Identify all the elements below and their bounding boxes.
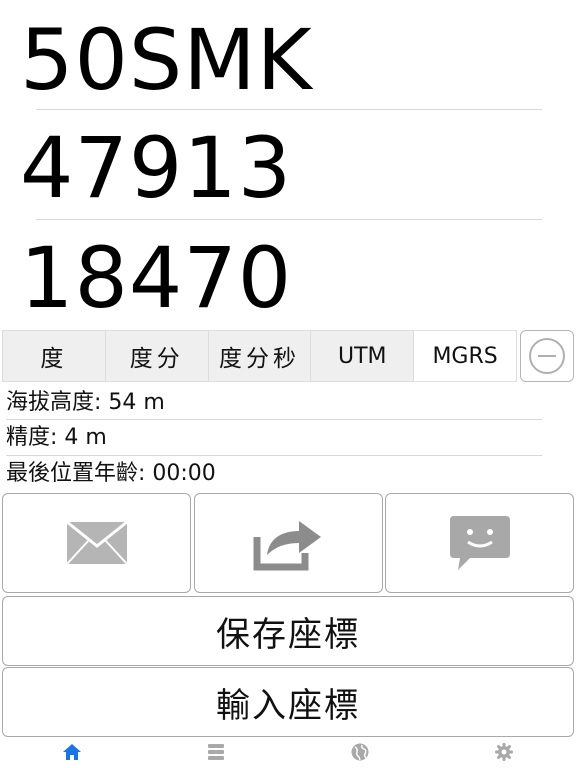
coordinate-format-selector: 度 度分 度分秒 UTM MGRS (2, 330, 517, 382)
format-option-degrees-minutes-seconds[interactable]: 度分秒 (209, 331, 312, 381)
divider (6, 419, 542, 420)
format-option-mgrs[interactable]: MGRS (414, 331, 516, 381)
gear-icon (495, 743, 513, 761)
tab-bar (0, 736, 576, 768)
save-coordinates-button[interactable]: 保存座標 (2, 596, 574, 666)
tab-settings[interactable] (432, 736, 576, 768)
globe-icon (351, 743, 369, 761)
format-option-degrees[interactable]: 度 (3, 331, 106, 381)
altitude-text: 海拔高度: 54 m (6, 390, 165, 415)
divider (36, 219, 542, 220)
collapse-button[interactable] (520, 330, 574, 382)
tab-map[interactable] (288, 736, 432, 768)
list-icon (208, 744, 224, 760)
share-arrow-icon (253, 521, 321, 571)
share-button[interactable] (194, 493, 383, 593)
mgrs-easting: 47913 (20, 119, 293, 217)
home-icon (63, 744, 81, 760)
email-button[interactable] (2, 493, 191, 593)
divider (36, 109, 542, 110)
mgrs-grid-zone: 50SMK (20, 11, 313, 109)
last-fix-age-text: 最後位置年齡: 00:00 (6, 461, 216, 486)
minus-circle-icon (529, 338, 565, 374)
format-option-degrees-minutes[interactable]: 度分 (106, 331, 209, 381)
accuracy-text: 精度: 4 m (6, 425, 107, 450)
app-screen: 50SMK 47913 18470 度 度分 度分秒 UTM MGRS 海拔高度… (0, 0, 576, 768)
mail-icon (65, 520, 128, 565)
message-bubble-icon (449, 516, 510, 570)
mgrs-northing: 18470 (20, 229, 293, 327)
divider (6, 455, 542, 456)
input-coordinates-button[interactable]: 輸入座標 (2, 667, 574, 737)
message-button[interactable] (385, 493, 574, 593)
tab-home[interactable] (0, 736, 144, 768)
tab-list[interactable] (144, 736, 288, 768)
format-option-utm[interactable]: UTM (311, 331, 415, 381)
